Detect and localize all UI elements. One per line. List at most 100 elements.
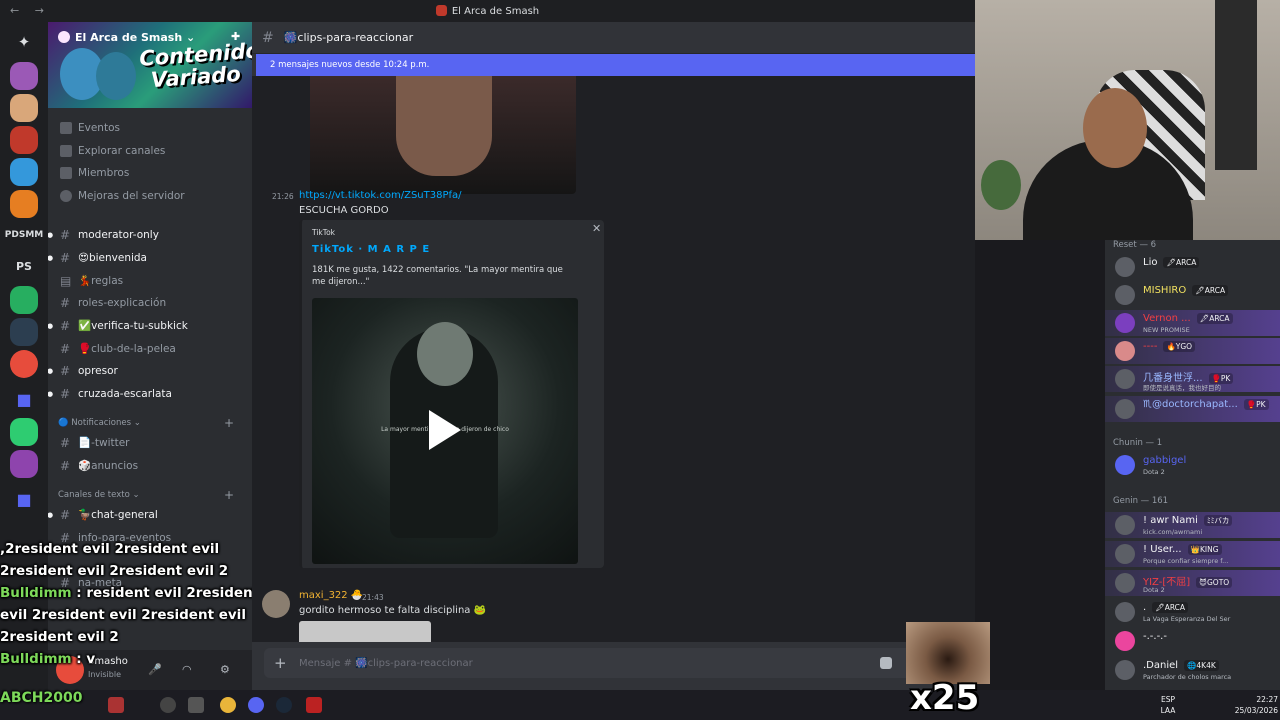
- folder-icon[interactable]: ■: [10, 486, 38, 514]
- message-input[interactable]: + Mensaje # 🎆clips-para-reaccionar: [264, 648, 964, 678]
- unread-dot: ●: [48, 321, 54, 330]
- server-icon[interactable]: [10, 62, 38, 90]
- server-pdsmm[interactable]: PDSMM: [2, 230, 46, 240]
- server-icon[interactable]: [10, 190, 38, 218]
- stream-chat-overlay: ,2resident evil 2resident evil 2resident…: [0, 538, 262, 670]
- active-server-icon[interactable]: [10, 350, 38, 378]
- channel-roles[interactable]: # roles-explicación: [60, 292, 246, 313]
- close-icon[interactable]: ✕: [592, 222, 601, 235]
- member-item[interactable]: . 🖋ARCA La Vaga Esperanza Del Ser: [1105, 599, 1280, 625]
- member-tag: 👑KING: [1187, 544, 1222, 555]
- member-tag: 🖋ARCA: [1196, 313, 1233, 324]
- menu-browse-channels[interactable]: Explorar canales: [60, 141, 244, 161]
- member-category: Reset — 6: [1113, 240, 1157, 250]
- play-icon[interactable]: [429, 410, 461, 450]
- message-time: 21:26: [272, 192, 294, 201]
- member-item[interactable]: YIZ-[不屈] 😈GOTO Dota 2: [1105, 570, 1280, 596]
- member-tag: 🖋ARCA: [1163, 257, 1200, 268]
- member-item[interactable]: ! awr Nami ﾐﾐバカ kick.com/awrnami: [1105, 512, 1280, 538]
- channel-chat-general[interactable]: ● # 🦆chat-general: [48, 504, 246, 525]
- server-icon[interactable]: [10, 318, 38, 346]
- channel-anuncios[interactable]: # 🎲anuncios: [60, 455, 246, 476]
- member-item[interactable]: .Daniel 🌐4K4K Parchador de cholos marca: [1105, 657, 1280, 683]
- member-tag: 🔥YGO: [1163, 341, 1196, 352]
- member-avatar: [1115, 341, 1135, 361]
- overlay-line: Bulldimm : v: [0, 648, 262, 670]
- channel-bienvenida[interactable]: ● # 😍bienvenida: [48, 247, 246, 268]
- discord-home-icon[interactable]: ✦: [10, 28, 38, 56]
- hash-icon: #: [60, 295, 71, 310]
- server-icon[interactable]: [10, 450, 38, 478]
- embed-title[interactable]: TikTok · M A R P E: [312, 244, 430, 255]
- member-item[interactable]: 几番身世浮... 🥊PK 即使是说真话，我也好目的: [1105, 366, 1280, 392]
- channel-club[interactable]: # 🥊club-de-la-pelea: [60, 338, 246, 359]
- server-ps[interactable]: PS: [2, 260, 46, 273]
- member-item[interactable]: -.-.-.-: [1105, 628, 1280, 654]
- member-item[interactable]: MISHIRO 🖋ARCA: [1105, 282, 1280, 308]
- hash-icon: #: [60, 318, 71, 333]
- server-icon[interactable]: [10, 94, 38, 122]
- hash-icon: #: [60, 341, 71, 356]
- new-messages-bar[interactable]: 2 mensajes nuevos desde 10:24 p.m.: [256, 54, 975, 76]
- menu-boosts[interactable]: Mejoras del servidor: [60, 186, 244, 206]
- add-channel-icon[interactable]: +: [224, 416, 234, 430]
- taskbar-app-icon[interactable]: [160, 697, 176, 713]
- channel-opresor[interactable]: ● # opresor: [48, 360, 246, 381]
- channel-cruzada[interactable]: ● # cruzada-escarlata: [48, 383, 246, 404]
- category-notificaciones[interactable]: 🔵 Notificaciones ⌄ +: [58, 416, 242, 430]
- member-status: La Vaga Esperanza Del Ser: [1143, 615, 1231, 623]
- channel-moderator-only[interactable]: ● # moderator-only: [48, 224, 246, 245]
- clock-time[interactable]: 22:27: [1222, 695, 1278, 704]
- tiktok-link[interactable]: https://vt.tiktok.com/ZSuT38Pfa/: [299, 190, 462, 201]
- taskbar-app-icon[interactable]: [306, 697, 322, 713]
- webcam-punching-bag: [1215, 0, 1257, 170]
- member-name-line: -.-.-.-: [1143, 631, 1167, 642]
- menu-members[interactable]: Miembros: [60, 163, 244, 183]
- add-attachment-icon[interactable]: +: [274, 654, 287, 672]
- taskbar-app-icon[interactable]: [108, 697, 124, 713]
- server-icon[interactable]: [10, 158, 38, 186]
- user-avatar[interactable]: [262, 590, 290, 618]
- member-item[interactable]: Lio 🖋ARCA: [1105, 254, 1280, 280]
- member-name-line: ♏@doctorchapat... 🥊PK: [1143, 399, 1269, 410]
- server-banner[interactable]: El Arca de Smash ⌄ ✚ Contenido Variado: [48, 22, 252, 108]
- embed-video[interactable]: La mayor mentira que me dijeron de chico: [312, 298, 578, 564]
- member-item[interactable]: gabbigel Dota 2: [1105, 452, 1280, 478]
- member-name-line: MISHIRO 🖋ARCA: [1143, 285, 1229, 296]
- channel-twitter[interactable]: # 📄-twitter: [60, 432, 246, 453]
- category-canales-texto[interactable]: Canales de texto ⌄ +: [58, 488, 242, 502]
- taskbar: ESP LAA 22:27 25/03/2026: [0, 690, 1280, 720]
- server-icon[interactable]: [10, 286, 38, 314]
- steam-icon[interactable]: [276, 697, 292, 713]
- title-bar: ← → El Arca de Smash: [0, 0, 975, 22]
- channel-label: 🦆chat-general: [78, 509, 158, 521]
- member-name: .Daniel: [1143, 660, 1179, 671]
- image-attachment[interactable]: [299, 621, 431, 642]
- member-item[interactable]: ---- 🔥YGO: [1105, 338, 1280, 364]
- server-icon[interactable]: [10, 418, 38, 446]
- menu-events[interactable]: Eventos: [60, 118, 244, 138]
- language-indicator[interactable]: ESP: [1154, 695, 1182, 704]
- member-avatar: [1115, 631, 1135, 651]
- chat-panel: # 🎆clips-para-reaccionar 2 mensajes nuevo…: [252, 22, 975, 690]
- server-name[interactable]: El Arca de Smash ⌄: [75, 31, 195, 44]
- taskbar-app-icon[interactable]: [188, 697, 204, 713]
- member-item[interactable]: ! User... 👑KING Porque confiar siempre f..…: [1105, 541, 1280, 567]
- message-author[interactable]: maxi_322 🐣: [299, 590, 363, 601]
- window-title-text: El Arca de Smash: [451, 6, 540, 17]
- channel-reglas[interactable]: ▤ 💃reglas: [60, 270, 246, 291]
- member-item[interactable]: ♏@doctorchapat... 🥊PK: [1105, 396, 1280, 422]
- previous-video-thumbnail[interactable]: [310, 76, 576, 194]
- folder-icon[interactable]: ■: [10, 386, 38, 414]
- unread-dot: ●: [48, 389, 54, 398]
- gift-icon[interactable]: [880, 657, 892, 669]
- channel-verifica[interactable]: ● # ✅verifica-tu-subkick: [48, 315, 246, 336]
- browse-icon: [60, 145, 72, 157]
- member-item[interactable]: Vernon ... 🖋ARCA NEW PROMISE: [1105, 310, 1280, 336]
- server-icon[interactable]: [10, 126, 38, 154]
- chrome-icon[interactable]: [220, 697, 236, 713]
- add-channel-icon[interactable]: +: [224, 488, 234, 502]
- members-icon: [60, 167, 72, 179]
- discord-icon[interactable]: [248, 697, 264, 713]
- message-placeholder: Mensaje # 🎆clips-para-reaccionar: [299, 658, 473, 669]
